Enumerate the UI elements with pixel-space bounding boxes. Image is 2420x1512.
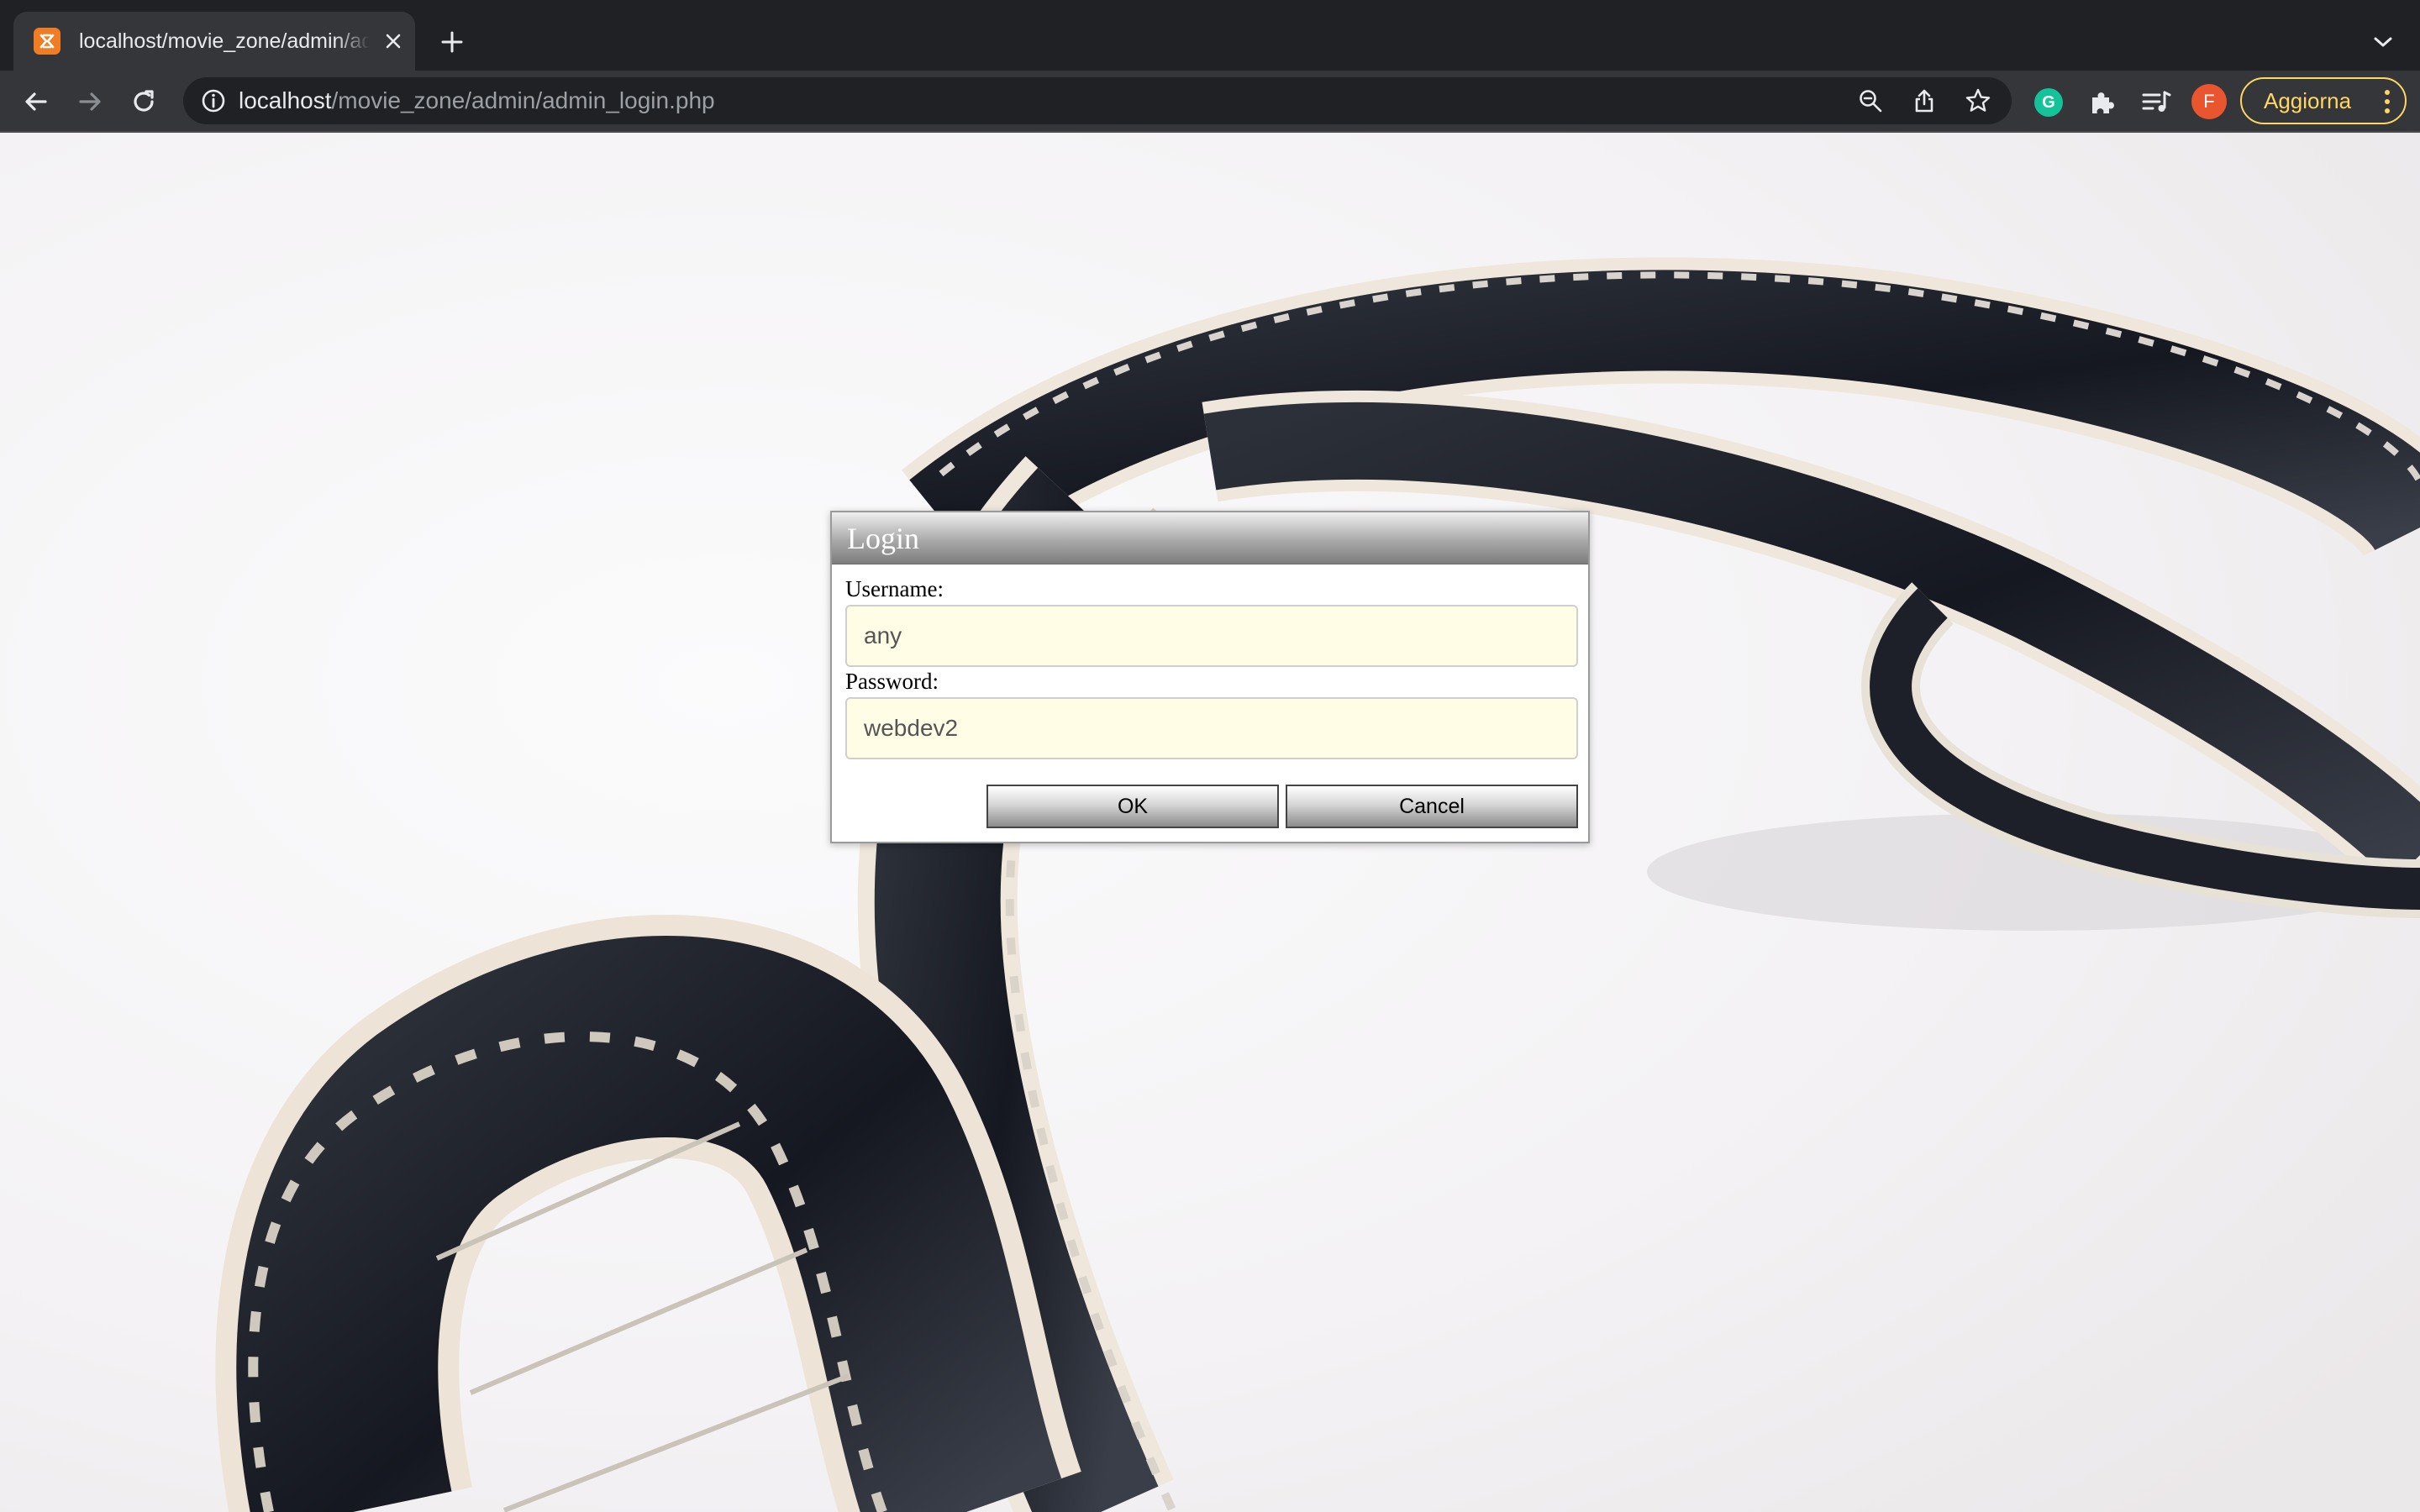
login-dialog: Login Username: Password: OK Cancel xyxy=(830,511,1590,843)
browser-menu-dots-icon[interactable] xyxy=(2383,89,2391,114)
update-button-label: Aggiorna xyxy=(2264,87,2352,113)
password-label: Password: xyxy=(845,669,939,694)
back-arrow-icon[interactable] xyxy=(18,84,54,119)
reload-icon[interactable] xyxy=(126,84,161,119)
ok-button[interactable]: OK xyxy=(986,785,1279,828)
close-tab-icon[interactable] xyxy=(380,28,407,55)
url-host: localhost xyxy=(239,87,332,113)
tab-title: localhost/movie_zone/admin/admin_login.p… xyxy=(79,29,370,53)
share-icon[interactable] xyxy=(1909,86,1939,116)
extensions-puzzle-icon[interactable] xyxy=(2086,86,2119,119)
browser-tab-active[interactable]: localhost/movie_zone/admin/admin_login.p… xyxy=(13,12,415,71)
update-browser-button[interactable]: Aggiorna xyxy=(2240,77,2407,124)
site-info-icon[interactable] xyxy=(200,87,227,114)
page-viewport: Login Username: Password: OK Cancel xyxy=(0,133,2420,1512)
cancel-button[interactable]: Cancel xyxy=(1286,785,1578,828)
profile-avatar[interactable]: F xyxy=(2191,84,2227,119)
grammarly-letter: G xyxy=(2034,88,2063,117)
password-input[interactable] xyxy=(845,697,1578,759)
url-text: localhost/movie_zone/admin/admin_login.p… xyxy=(239,77,715,124)
username-label: Username: xyxy=(845,576,944,601)
grammarly-extension-icon[interactable]: G xyxy=(2032,86,2065,119)
dialog-title: Login xyxy=(832,512,1588,564)
forward-arrow-icon[interactable] xyxy=(72,84,108,119)
tab-strip: localhost/movie_zone/admin/admin_login.p… xyxy=(0,0,2420,71)
tab-search-chevron-down-icon[interactable] xyxy=(2368,27,2398,57)
address-bar[interactable]: localhost/movie_zone/admin/admin_login.p… xyxy=(183,77,2012,124)
media-queue-icon[interactable] xyxy=(2139,86,2173,119)
new-tab-plus-icon[interactable] xyxy=(435,25,469,59)
xampp-favicon-icon xyxy=(34,28,60,55)
bookmark-star-icon[interactable] xyxy=(1963,86,1993,116)
url-path: /movie_zone/admin/admin_login.php xyxy=(331,87,715,113)
username-input[interactable] xyxy=(845,605,1578,667)
zoom-magnifier-icon[interactable] xyxy=(1855,86,1886,116)
